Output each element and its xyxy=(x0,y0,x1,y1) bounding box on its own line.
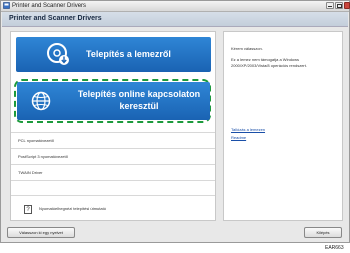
list-item-label: PostScript 3 nyomatóvezető xyxy=(18,154,68,159)
close-button[interactable] xyxy=(344,2,350,9)
browse-disc-link[interactable]: Tallózás a lemezen xyxy=(231,127,265,132)
globe-icon xyxy=(31,91,51,111)
help-guide-row[interactable]: ? Nyomatóelhegnézi telepítési útmutató xyxy=(11,202,215,220)
readme-link[interactable]: Readme xyxy=(231,135,246,140)
install-from-disc-button[interactable]: Telepítés a lemezről xyxy=(16,37,211,72)
header-bar: Printer and Scanner Drivers xyxy=(2,12,348,27)
page-title: Printer and Scanner Drivers xyxy=(9,15,102,22)
disc-install-icon xyxy=(47,43,69,65)
main-panel: Telepítés a lemezről Telepítés online ka… xyxy=(10,31,216,221)
list-item-postscript-driver[interactable]: PostScript 3 nyomatóvezető xyxy=(11,148,215,164)
footer-bar: Válasszon ki egy nyelvet Kilépés xyxy=(2,223,348,242)
image-code: EAR663 xyxy=(325,245,344,251)
title-bar: Printer and Scanner Drivers xyxy=(1,1,350,12)
list-item-empty xyxy=(11,180,215,196)
minimize-button[interactable] xyxy=(326,2,334,9)
help-guide-label: Nyomatóelhegnézi telepítési útmutató xyxy=(39,206,106,211)
info-panel: Kérem válasszon. Ez a lemez nem támogatj… xyxy=(223,31,343,221)
install-online-label: Telepítés online kapcsolaton keresztül xyxy=(77,89,201,111)
list-item-label: PCL nyomatóvezető xyxy=(18,138,54,143)
window-title: Printer and Scanner Drivers xyxy=(12,3,87,9)
installer-window: Printer and Scanner Drivers Printer and … xyxy=(0,0,350,243)
list-item-label: TWAIN Driver xyxy=(18,170,43,175)
info-title: Kérem válasszon. xyxy=(231,46,263,51)
install-from-disc-label: Telepítés a lemezről xyxy=(86,49,171,59)
install-online-button[interactable]: Telepítés online kapcsolaton keresztül xyxy=(17,82,210,120)
select-language-button[interactable]: Válasszon ki egy nyelvet xyxy=(7,227,75,238)
info-description: Ez a lemez nem támogatja a Windows 2000/… xyxy=(231,57,307,68)
app-icon xyxy=(3,2,10,9)
list-item-twain-driver[interactable]: TWAIN Driver xyxy=(11,164,215,180)
question-icon: ? xyxy=(24,205,32,214)
list-item-pcl-driver[interactable]: PCL nyomatóvezető xyxy=(11,132,215,148)
exit-button[interactable]: Kilépés xyxy=(304,227,342,238)
maximize-button[interactable] xyxy=(335,2,343,9)
